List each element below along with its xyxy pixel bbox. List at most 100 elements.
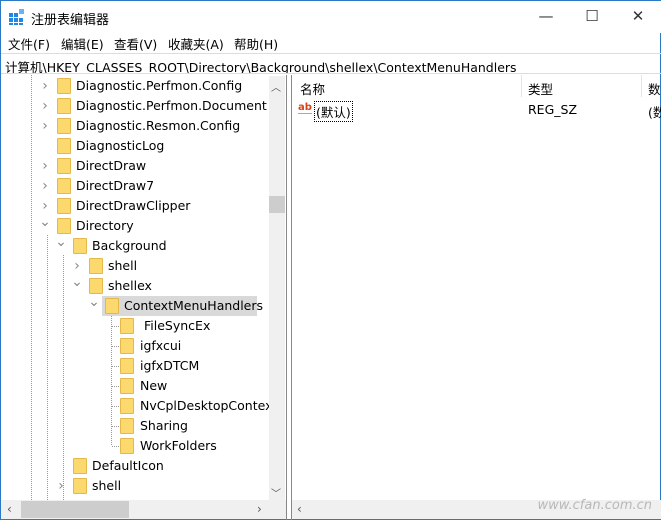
tree-item[interactable]: igfxcui [1, 336, 271, 356]
title-bar: 注册表编辑器 — ☐ ✕ [1, 1, 661, 33]
folder-icon [120, 438, 134, 454]
tree-item[interactable]: DefaultIcon [1, 456, 271, 476]
tree-item-label: NvCplDesktopContext [140, 398, 278, 413]
tree-item[interactable]: ⌄ Background [1, 234, 271, 256]
address-bar[interactable]: 计算机\HKEY_CLASSES_ROOT\Directory\Backgrou… [1, 53, 661, 74]
folder-icon [120, 378, 134, 394]
folder-icon [120, 338, 134, 354]
folder-icon [57, 98, 71, 114]
column-header-name[interactable]: 名称 [300, 79, 325, 98]
value-row[interactable]: ab (默认) REG_SZ (数 [292, 99, 661, 122]
column-header-type[interactable]: 类型 [528, 79, 553, 98]
tree-item[interactable]: › DirectDrawClipper [1, 196, 271, 216]
tree-item-label: DiagnosticLog [76, 138, 165, 153]
watermark: www.cfan.com.cn [537, 498, 652, 513]
tree-item[interactable]: › DirectDraw7 [1, 176, 271, 196]
tree-item-label: DefaultIcon [92, 458, 164, 473]
tree-hscroll-thumb[interactable] [21, 501, 129, 518]
tree-item[interactable]: ⌄ Directory [1, 214, 271, 236]
tree-item[interactable]: FileSyncEx [1, 316, 271, 336]
chevron-right-icon[interactable]: › [71, 258, 83, 274]
tree-item[interactable]: NvCplDesktopContext [1, 396, 277, 416]
chevron-right-icon[interactable]: › [39, 178, 51, 194]
chevron-right-icon[interactable]: › [39, 158, 51, 174]
string-value-icon: ab [298, 102, 312, 114]
tree-item[interactable]: WorkFolders [1, 436, 271, 456]
scroll-up-arrow-icon[interactable]: ︿ [271, 79, 281, 94]
chevron-right-icon[interactable]: › [39, 118, 51, 134]
folder-icon [120, 318, 134, 334]
folder-icon [57, 78, 71, 94]
scroll-left-arrow-icon[interactable]: ‹ [297, 502, 302, 516]
chevron-right-icon[interactable]: › [39, 78, 51, 94]
scroll-left-arrow-icon[interactable]: ‹ [7, 502, 12, 516]
chevron-down-icon[interactable]: ⌄ [39, 214, 51, 230]
tree-item-label: Diagnostic.Resmon.Config [76, 118, 241, 133]
tree-item-label: Sharing [140, 418, 188, 433]
tree-item-label: FileSyncEx [144, 318, 211, 333]
tree-scroll-thumb[interactable] [269, 196, 285, 213]
tree-line [112, 406, 119, 407]
tree-item-label: igfxDTCM [140, 358, 200, 373]
values-pane: 名称 类型 数 ab (默认) REG_SZ (数 [292, 75, 661, 520]
menu-help[interactable]: 帮助(H) [234, 34, 278, 53]
tree-vertical-scrollbar[interactable] [269, 76, 285, 500]
minimize-button[interactable]: — [523, 1, 569, 31]
chevron-down-icon[interactable]: ⌄ [55, 234, 67, 250]
folder-icon [105, 298, 119, 314]
folder-icon [120, 418, 134, 434]
maximize-button[interactable]: ☐ [569, 1, 615, 31]
value-data: (数 [648, 105, 661, 120]
splitter[interactable] [286, 75, 287, 520]
chevron-right-icon[interactable]: › [39, 98, 51, 114]
menu-view[interactable]: 查看(V) [114, 34, 157, 53]
folder-icon [57, 218, 71, 234]
value-name: (默认) [314, 101, 353, 122]
tree-item-label: shell [108, 258, 138, 273]
tree-item-label: New [140, 378, 168, 393]
tree-item[interactable]: › shell [1, 256, 271, 276]
tree-item-label: ContextMenuHandlers [124, 298, 264, 313]
tree-item[interactable]: › shell [1, 476, 271, 496]
value-type: REG_SZ [528, 102, 578, 117]
tree-line [112, 326, 119, 327]
menu-favorites[interactable]: 收藏夹(A) [168, 34, 224, 53]
folder-icon [89, 258, 103, 274]
tree-item[interactable]: › DirectDraw [1, 156, 271, 176]
folder-icon [73, 238, 87, 254]
tree-item-label: Diagnostic.Perfmon.Document [76, 98, 267, 113]
folder-icon [57, 178, 71, 194]
column-divider[interactable] [641, 75, 642, 97]
tree-item[interactable]: ⌄ shellex [1, 274, 271, 296]
tree-item[interactable]: › Diagnostic.Perfmon.Config [1, 76, 271, 96]
column-header-data[interactable]: 数 [648, 79, 661, 98]
scroll-down-arrow-icon[interactable]: ﹀ [271, 485, 281, 500]
tree-item[interactable]: New [1, 376, 271, 396]
chevron-down-icon[interactable]: ⌄ [88, 294, 100, 310]
tree-item[interactable]: DiagnosticLog [1, 136, 271, 156]
tree-line [112, 366, 119, 367]
tree-item[interactable]: › Diagnostic.Resmon.Config [1, 116, 271, 136]
scroll-right-arrow-icon[interactable]: › [257, 502, 262, 516]
chevron-right-icon[interactable]: › [39, 198, 51, 214]
column-divider[interactable] [521, 75, 522, 97]
tree-item-label: Diagnostic.Perfmon.Config [76, 78, 243, 93]
chevron-right-icon[interactable]: › [55, 478, 67, 494]
folder-icon [89, 278, 103, 294]
chevron-down-icon[interactable]: ⌄ [71, 274, 83, 290]
tree-item[interactable]: Sharing [1, 416, 271, 436]
tree-item[interactable]: › Diagnostic.Perfmon.Document [1, 96, 271, 116]
tree-item-label: DirectDraw [76, 158, 147, 173]
menu-edit[interactable]: 编辑(E) [61, 34, 104, 53]
tree-item[interactable]: igfxDTCM [1, 356, 271, 376]
menu-file[interactable]: 文件(F) [8, 34, 50, 53]
close-button[interactable]: ✕ [615, 1, 661, 31]
folder-icon [120, 398, 134, 414]
folder-icon [73, 478, 87, 494]
tree-line [112, 346, 119, 347]
tree-line [112, 386, 119, 387]
tree-item[interactable]: ⌄ ContextMenuHandlers [88, 294, 263, 316]
tree-item-label: shell [92, 478, 122, 493]
folder-icon [120, 358, 134, 374]
tree-item-label: Background [92, 238, 167, 253]
